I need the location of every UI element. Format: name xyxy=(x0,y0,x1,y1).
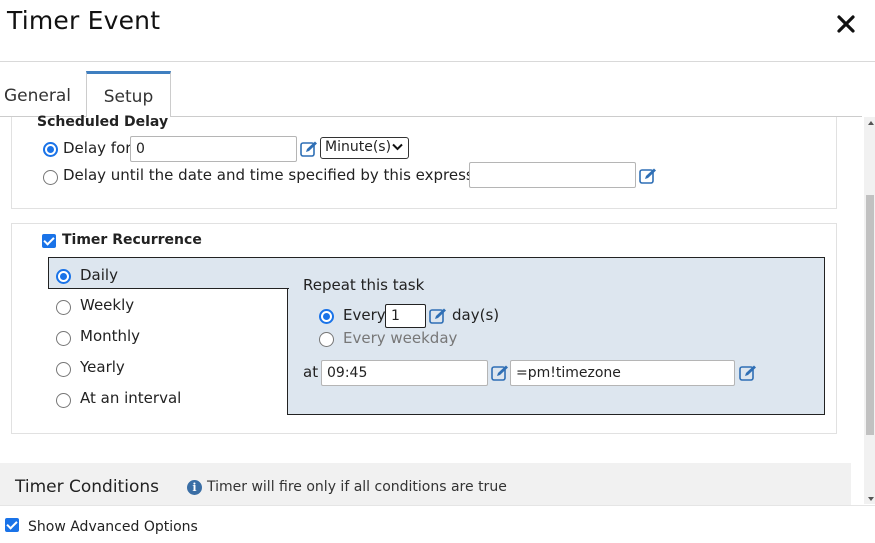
timezone-input[interactable]: =pm!timezone xyxy=(510,360,735,386)
edit-expression-icon[interactable] xyxy=(739,365,757,381)
delay-for-input[interactable]: 0 xyxy=(130,136,297,162)
edit-expression-icon[interactable] xyxy=(639,168,657,184)
show-advanced-label: Show Advanced Options xyxy=(28,519,198,535)
monthly-radio[interactable] xyxy=(56,331,71,346)
footer-divider xyxy=(0,505,875,506)
timer-recurrence-label: Timer Recurrence xyxy=(62,232,202,248)
scheduled-delay-section xyxy=(11,117,837,209)
show-advanced-checkbox[interactable] xyxy=(5,518,19,532)
close-icon[interactable] xyxy=(834,12,858,36)
every-days-radio[interactable] xyxy=(319,309,334,324)
edit-expression-icon[interactable] xyxy=(491,365,509,381)
edit-expression-icon[interactable] xyxy=(300,141,318,157)
delay-until-radio[interactable] xyxy=(43,170,58,185)
edit-expression-icon[interactable] xyxy=(429,308,447,324)
weekly-radio[interactable] xyxy=(56,300,71,315)
scroll-down-arrow-icon[interactable] xyxy=(868,497,874,501)
yearly-radio[interactable] xyxy=(56,362,71,377)
daily-label: Daily xyxy=(80,266,118,284)
delay-unit-value: Minute(s) xyxy=(325,139,392,155)
time-input[interactable]: 09:45 xyxy=(321,360,488,386)
chevron-down-icon xyxy=(392,143,403,151)
timer-conditions-info: Timer will fire only if all conditions a… xyxy=(207,479,507,495)
scheduled-delay-heading: Scheduled Delay xyxy=(37,114,169,130)
daily-radio[interactable] xyxy=(56,269,71,284)
scrollbar-thumb[interactable] xyxy=(866,195,874,435)
tab-setup[interactable]: Setup xyxy=(86,71,171,117)
scroll-up-arrow-icon[interactable] xyxy=(868,121,874,125)
yearly-label: Yearly xyxy=(80,358,125,376)
delay-until-label: Delay until the date and time specified … xyxy=(63,166,502,184)
dialog-title: Timer Event xyxy=(7,6,161,35)
every-label: Every xyxy=(343,306,386,324)
delay-until-input[interactable] xyxy=(469,162,636,188)
at-label: at xyxy=(303,363,319,381)
every-weekday-radio[interactable] xyxy=(319,332,334,347)
delay-for-radio[interactable] xyxy=(43,142,58,157)
every-unit-label: day(s) xyxy=(452,306,500,324)
timer-recurrence-checkbox[interactable] xyxy=(42,234,56,248)
tab-general[interactable]: General xyxy=(4,86,71,106)
interval-label: At an interval xyxy=(80,389,182,407)
repeat-task-heading: Repeat this task xyxy=(303,276,425,294)
timer-conditions-heading: Timer Conditions xyxy=(15,477,159,497)
delay-unit-select[interactable]: Minute(s) xyxy=(320,137,409,159)
every-weekday-label: Every weekday xyxy=(343,329,458,347)
info-icon: i xyxy=(187,480,202,495)
weekly-label: Weekly xyxy=(80,296,135,314)
interval-radio[interactable] xyxy=(56,393,71,408)
monthly-label: Monthly xyxy=(80,327,141,345)
delay-for-label: Delay for xyxy=(63,139,132,157)
header-divider xyxy=(0,61,875,62)
every-days-input[interactable]: 1 xyxy=(385,304,426,328)
